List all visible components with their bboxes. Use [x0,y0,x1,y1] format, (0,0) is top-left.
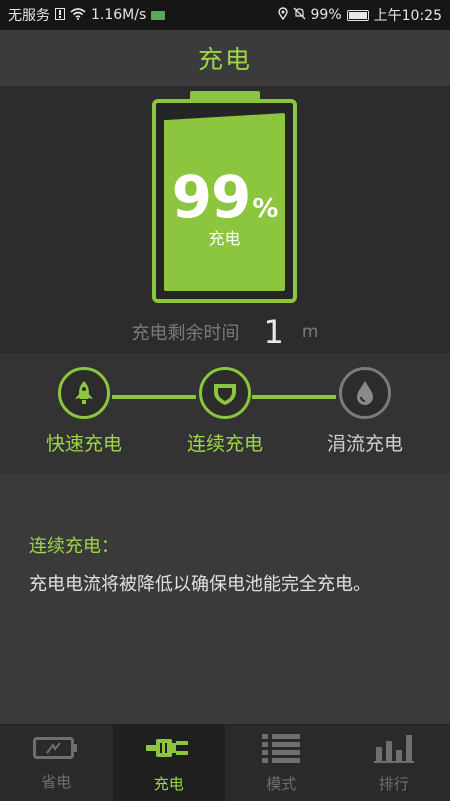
mode-continuous-charge[interactable]: 连续充电 [170,367,280,456]
battery-save-icon [33,735,79,765]
remaining-time-unit: m [302,322,319,342]
battery-panel: 99% 充电 充电剩余时间 1 m [0,86,450,352]
page-title: 充电 [198,40,252,76]
mode-label: 连续充电 [170,429,280,456]
battery-level-value: 99 [172,163,251,231]
list-icon [262,733,300,767]
mode-trickle-charge[interactable]: 涓流充电 [310,367,420,456]
remaining-time-row: 充电剩余时间 1 m [0,312,450,352]
remaining-time-value: 1 [264,313,284,351]
charger-plug-icon [146,733,192,767]
tab-power-save[interactable]: 省电 [0,725,113,801]
mode-description: 连续充电： 充电电流将被降低以确保电池能完全充电。 [0,474,450,724]
tab-charge[interactable]: 充电 [113,725,226,801]
network-speed: 1.16M/s [91,7,146,23]
status-bar: 无服务 1.16M/s 99% 上午10:25 [0,0,450,30]
mode-label: 快速充电 [29,429,139,456]
tab-label: 模式 [266,773,296,794]
tab-modes[interactable]: 模式 [225,725,338,801]
alert-icon [55,8,65,23]
remaining-time-label: 充电剩余时间 [132,319,240,345]
sim-card-icon [151,11,165,20]
drop-icon [339,367,391,419]
tab-label: 排行 [379,773,409,794]
battery-level-unit: % [252,194,277,224]
carrier-text: 无服务 [8,5,50,25]
clock: 上午10:25 [374,5,442,25]
wifi-icon [70,8,86,23]
description-body: 充电电流将被降低以确保电池能完全充电。 [29,570,371,596]
description-title: 连续充电： [29,532,119,558]
status-battery-icon [347,10,369,21]
shield-icon [199,367,251,419]
tab-label: 省电 [41,771,71,792]
mode-label: 涓流充电 [310,429,420,456]
charging-modes: 快速充电 连续充电 涓流充电 [0,352,450,475]
rocket-icon [58,367,110,419]
battery-state: 充电 [156,225,293,249]
mute-icon [293,7,306,23]
bar-chart-icon [374,733,414,767]
mode-fast-charge[interactable]: 快速充电 [29,367,139,456]
tab-label: 充电 [154,773,184,794]
bottom-tab-bar: 省电 充电 模式 [0,724,450,801]
tab-ranking[interactable]: 排行 [338,725,450,801]
battery-percent-status: 99% [311,7,342,23]
location-icon [278,7,288,23]
title-bar: 充电 [0,30,450,87]
battery-gauge: 99% 充电 [152,99,297,303]
